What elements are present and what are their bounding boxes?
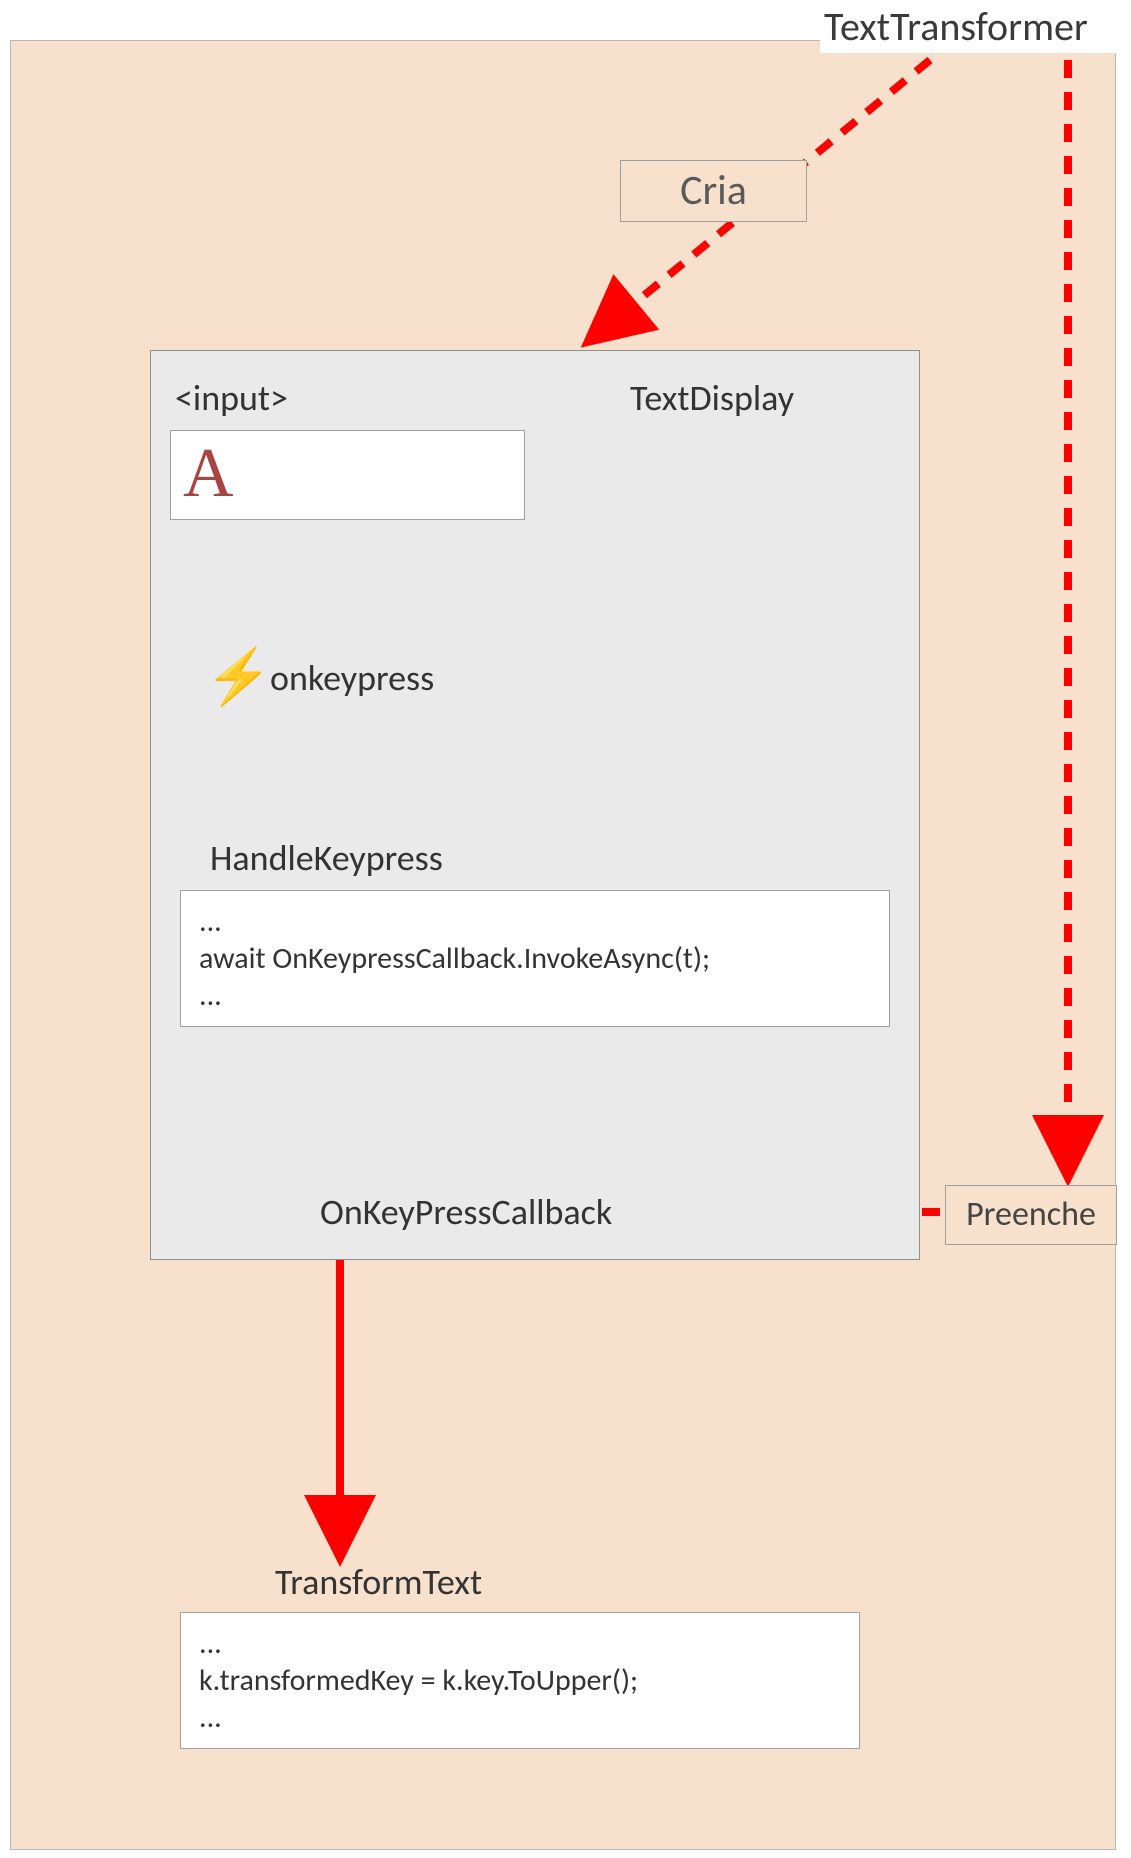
handle-keypress-label: HandleKeypress (210, 836, 443, 880)
input-tag-label: <input> (175, 376, 288, 420)
text-transformer-label: TextTransformer (820, 0, 1128, 53)
transform-text-label: TransformText (275, 1560, 482, 1604)
cria-label: Cria (620, 160, 807, 222)
transform-text-code: ... k.transformedKey = k.key.ToUpper(); … (180, 1612, 860, 1749)
text-display-label: TextDisplay (630, 376, 794, 420)
preenche-label: Preenche (945, 1185, 1117, 1245)
input-field[interactable]: A (170, 430, 525, 520)
lightning-icon: ⚡ (205, 650, 272, 704)
onkeypress-callback-label: OnKeyPressCallback (320, 1190, 612, 1234)
handle-keypress-code: ... await OnKeypressCallback.InvokeAsync… (180, 890, 890, 1027)
onkeypress-label: onkeypress (270, 656, 434, 700)
